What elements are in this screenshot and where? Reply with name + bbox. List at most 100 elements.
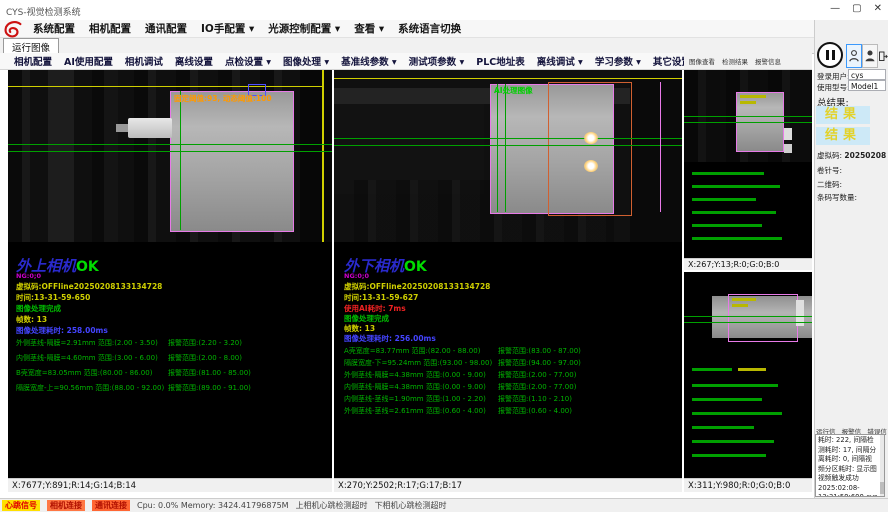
result-ok: OK xyxy=(76,259,99,275)
alarm-range: 报警范围:(83.00 - 87.00) xyxy=(498,346,581,356)
thumb-header-item-1[interactable]: 图像查看 xyxy=(689,56,715,66)
camera-connection-badge: 相机连接 xyxy=(47,500,85,511)
tool-image-processing[interactable]: 图像处理 ▾ xyxy=(277,54,335,68)
result-text-mini xyxy=(692,440,774,443)
measurement-row: A壳宽度=83.77mm 范围:(82.00 - 88.00) 报警范围:(83… xyxy=(344,346,678,356)
virtual-code-line: 虚拟码:OFFline20250208133134728 xyxy=(16,281,162,292)
left-camera-image: 固定阈值:93, 动态阈值:100 xyxy=(8,70,332,242)
alarm-range: 报警范围:(81.00 - 85.00) xyxy=(168,368,251,378)
tool-learning-params[interactable]: 学习参数 ▾ xyxy=(589,54,647,68)
login-user-button[interactable] xyxy=(846,44,862,68)
guide-line-pink-vertical xyxy=(660,82,661,212)
left-camera-view[interactable]: 固定阈值:93, 动态阈值:100 外上相机OK NG:0;0 虚拟码:OFFl… xyxy=(8,70,332,478)
result-text-mini xyxy=(692,237,782,240)
minimize-icon[interactable]: — xyxy=(830,3,840,14)
overlay-text-mini xyxy=(740,101,756,104)
guide-line-green xyxy=(8,144,332,145)
frame-count-line: 帧数: 13 xyxy=(16,314,47,325)
log-scrollbar[interactable] xyxy=(880,435,884,496)
maximize-icon[interactable]: ▢ xyxy=(852,3,861,14)
window-title: CYS-视觉检测系统 xyxy=(6,5,81,18)
menu-bar: 系统配置 相机配置 通讯配置 IO手配置 ▾ 光源控制配置 ▾ 查看 ▾ 系统语… xyxy=(0,20,888,38)
menu-camera-config[interactable]: 相机配置 xyxy=(82,21,138,36)
tool-plc-address[interactable]: PLC地址表 xyxy=(470,54,531,68)
login-user-field[interactable]: cys xyxy=(848,69,886,80)
center-coordinate-readout: X:270;Y:2502;R:17;G:17;B:17 xyxy=(334,478,682,492)
pause-button[interactable] xyxy=(817,42,843,68)
result-text-mini xyxy=(692,384,778,387)
measurement-value: 外侧茎线-隔膜=2.91mm 范围:(2.00 - 3.50) xyxy=(16,339,158,347)
menu-comm-config[interactable]: 通讯配置 xyxy=(138,21,194,36)
thumbnail-camera-top[interactable] xyxy=(684,70,812,258)
tool-spotcheck-setting[interactable]: 点检设置 ▾ xyxy=(219,54,277,68)
title-bar: CYS-视觉检测系统 — ▢ ✕ xyxy=(0,0,888,21)
guide-line-green xyxy=(334,145,682,146)
tool-camera-debug[interactable]: 相机调试 xyxy=(119,54,169,68)
result-display-2: 结果 xyxy=(816,127,870,145)
tool-offline-setting[interactable]: 离线设置 xyxy=(169,54,219,68)
menu-io-config[interactable]: IO手配置 ▾ xyxy=(194,21,261,36)
virtual-code-label: 虚拟码: xyxy=(817,151,842,160)
guide-line-green-vertical xyxy=(180,91,181,230)
user-icon xyxy=(848,48,860,64)
time-line: 时间:13-31-59-650 xyxy=(16,292,90,303)
measurement-row: 外侧茎线-隔膜=4.38mm 范围:(0.00 - 9.00) 报警范围:(2.… xyxy=(344,370,678,380)
result-text-mini xyxy=(692,398,762,401)
alarm-range: 报警范围:(0.60 - 4.00) xyxy=(498,406,572,416)
tool-baseline-params[interactable]: 基准线参数 ▾ xyxy=(335,54,403,68)
menu-light-config[interactable]: 光源控制配置 ▾ xyxy=(261,21,347,36)
cpu-memory-readout: Cpu: 0.0% Memory: 3424.41796875M xyxy=(137,501,289,510)
barcode-count-label: 条码写数量: xyxy=(817,192,857,203)
tab-strip xyxy=(0,38,814,54)
guide-line-green xyxy=(684,122,812,123)
lower-camera-timeout-warning: 下相机心跳检测超时 xyxy=(375,500,447,511)
texture xyxy=(300,70,332,242)
highlight-spot xyxy=(584,132,598,144)
guide-line-green-vertical xyxy=(505,84,506,212)
measurement-row: 隔膜宽度-下=95.24mm 范围:(93.00 - 98.00) 报警范围:(… xyxy=(344,358,678,368)
menu-language-switch[interactable]: 系统语言切换 xyxy=(391,21,468,36)
alarm-range: 报警范围:(89.00 - 91.00) xyxy=(168,383,251,393)
thumbnail-camera-bottom[interactable] xyxy=(684,272,812,478)
result-text-mini xyxy=(692,368,732,371)
tool-offline-debug[interactable]: 离线调试 ▾ xyxy=(531,54,589,68)
tool-test-params[interactable]: 测试项参数 ▾ xyxy=(403,54,471,68)
result-text-mini xyxy=(692,172,764,175)
overlay-text-mini xyxy=(740,95,766,98)
highlight-part xyxy=(784,144,792,153)
exit-button[interactable] xyxy=(878,44,888,68)
center-camera-view[interactable]: AI处理图像 外下相机OK NG:0;0 虚拟码:OFFline20250208… xyxy=(334,70,682,478)
menu-view[interactable]: 查看 ▾ xyxy=(347,21,391,36)
guide-line-green xyxy=(334,138,682,139)
alarm-range: 报警范围:(2.20 - 3.20) xyxy=(168,338,242,348)
texture xyxy=(48,70,74,242)
thumb-header-item-3[interactable]: 报警信息 xyxy=(755,56,781,66)
tool-ai-config[interactable]: AI使用配置 xyxy=(58,54,119,68)
measurement-value: B壳宽度=83.05mm 范围:(80.00 - 86.00) xyxy=(16,369,152,377)
roi-box-part xyxy=(170,91,294,232)
log-output[interactable]: 耗时: 222, 间隔检测耗时: 17, 间隔分离耗时: 0, 间隔视频分区耗时… xyxy=(815,434,885,497)
guide-line-green xyxy=(8,151,332,152)
operator-button[interactable] xyxy=(862,44,878,68)
result-ok: OK xyxy=(404,259,427,275)
virtual-code-value: 20250208 xyxy=(844,151,886,160)
menu-system-config[interactable]: 系统配置 xyxy=(26,21,82,36)
measurement-row: 内侧茎线-隔膜=4.60mm 范围:(3.00 - 6.00) 报警范围:(2.… xyxy=(16,353,328,363)
toolbar: 相机配置 AI使用配置 相机调试 离线设置 点检设置 ▾ 图像处理 ▾ 基准线参… xyxy=(0,53,684,70)
virtual-code-line: 虚拟码:OFFline20250208133134728 xyxy=(344,281,490,292)
ai-overlay-text: AI处理图像 xyxy=(494,85,533,96)
upper-camera-timeout-warning: 上相机心跳检测超时 xyxy=(296,500,368,511)
center-camera-image: AI处理图像 xyxy=(334,70,682,242)
measurement-value: 外侧茎线-茎线=2.61mm 范围:(0.60 - 4.00) xyxy=(344,407,486,415)
model-field[interactable]: Model1 xyxy=(848,80,886,91)
app-logo-icon xyxy=(3,20,23,38)
alarm-range: 报警范围:(94.00 - 97.00) xyxy=(498,358,581,368)
app-window: CYS-视觉检测系统 — ▢ ✕ 系统配置 相机配置 通讯配置 IO手配置 ▾ … xyxy=(0,0,888,522)
result-text-mini xyxy=(692,426,754,429)
tool-camera-config[interactable]: 相机配置 xyxy=(8,54,58,68)
measurement-row: 外侧茎线-隔膜=2.91mm 范围:(2.00 - 3.50) 报警范围:(2.… xyxy=(16,338,328,348)
needle-number-label: 卷针号: xyxy=(817,165,842,176)
thumb-top-coordinate-readout: X:267;Y:13;R:0;G:0;B:0 xyxy=(684,258,812,270)
close-icon[interactable]: ✕ xyxy=(874,3,882,14)
thumb-header-item-2[interactable]: 检测结果 xyxy=(722,56,748,66)
